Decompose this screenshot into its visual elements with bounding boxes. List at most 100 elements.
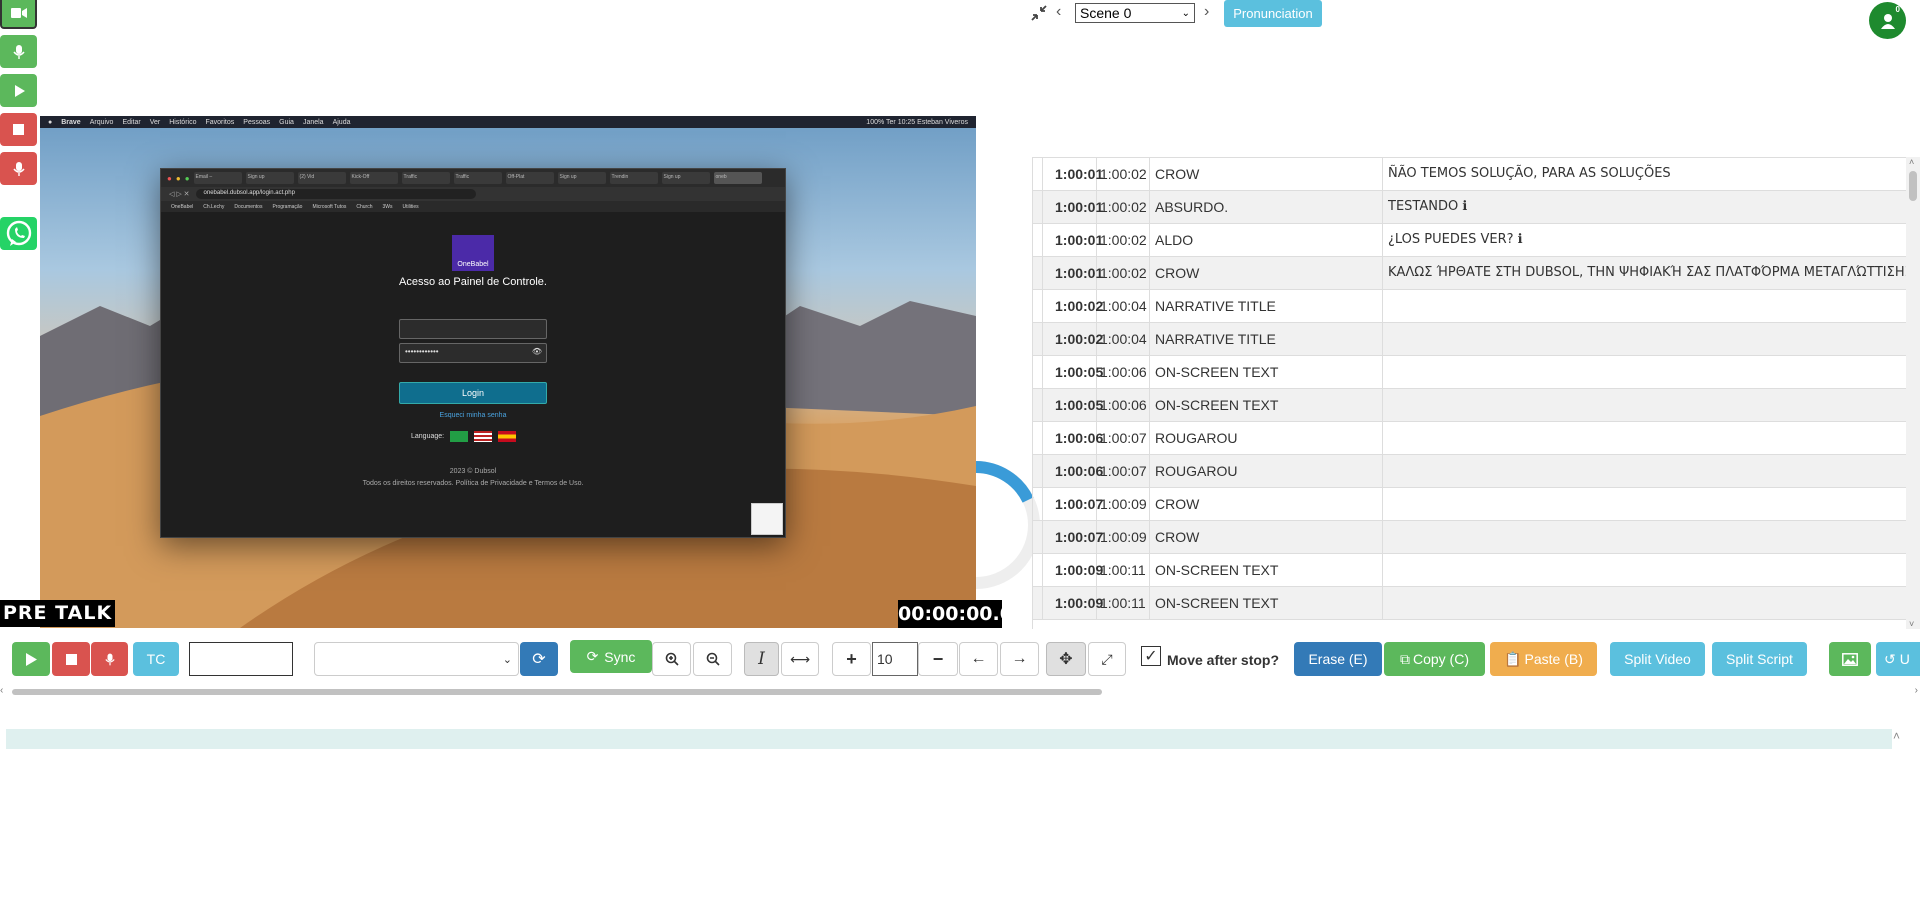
toolbar-record-button[interactable] (91, 642, 128, 676)
row-handle[interactable] (1033, 455, 1043, 487)
tc-out-cell[interactable]: 1:00:11 (1097, 587, 1150, 619)
character-cell[interactable]: NARRATIVE TITLE (1150, 290, 1383, 322)
tc-out-cell[interactable]: 1:00:07 (1097, 422, 1150, 454)
prev-scene-button[interactable]: ‹ (1056, 3, 1061, 21)
dialogue-cell[interactable] (1383, 323, 1906, 355)
collapse-icon[interactable] (1030, 4, 1048, 25)
dialogue-cell[interactable]: ΚΑΛΩΣ ΉΡΘΑΤΕ ΣΤΗ DUBSOL, ΤΗΝ ΨΗΦΙΑΚΉ ΣΑΣ… (1383, 257, 1906, 289)
row-handle[interactable] (1033, 323, 1043, 355)
move-tool-button[interactable]: ✥ (1046, 642, 1086, 676)
tc-in-cell[interactable]: 1:00:06 (1043, 422, 1103, 454)
dialogue-cell[interactable] (1383, 554, 1906, 586)
dialogue-cell[interactable] (1383, 356, 1906, 388)
row-handle[interactable] (1033, 422, 1043, 454)
tc-in-cell[interactable]: 1:00:09 (1043, 587, 1103, 619)
toolbar-play-button[interactable] (12, 642, 50, 676)
character-cell[interactable]: ALDO (1150, 224, 1383, 256)
character-cell[interactable]: ON-SCREEN TEXT (1150, 587, 1383, 619)
character-cell[interactable]: ON-SCREEN TEXT (1150, 554, 1383, 586)
tc-in-cell[interactable]: 1:00:02 (1043, 323, 1103, 355)
play-button[interactable] (0, 74, 37, 107)
row-handle[interactable] (1033, 224, 1043, 256)
timeline-bar[interactable] (6, 729, 1892, 749)
script-row[interactable]: 1:00:07 1:00:09 CROW (1033, 521, 1906, 554)
script-scrollbar[interactable]: ˄ ˅ (1906, 157, 1920, 629)
tc-in-cell[interactable]: 1:00:09 (1043, 554, 1103, 586)
scroll-right-icon[interactable]: › (1915, 685, 1918, 696)
character-cell[interactable]: ROUGAROU (1150, 422, 1383, 454)
script-row[interactable]: 1:00:06 1:00:07 ROUGAROU (1033, 455, 1906, 488)
row-handle[interactable] (1033, 587, 1043, 619)
tc-out-cell[interactable]: 1:00:02 (1097, 257, 1150, 289)
move-left-button[interactable]: ← (959, 642, 998, 676)
tc-in-cell[interactable]: 1:00:05 (1043, 389, 1103, 421)
character-cell[interactable]: ON-SCREEN TEXT (1150, 389, 1383, 421)
row-handle[interactable] (1033, 488, 1043, 520)
script-row[interactable]: 1:00:05 1:00:06 ON-SCREEN TEXT (1033, 356, 1906, 389)
zoom-out-button[interactable] (693, 642, 732, 676)
row-handle[interactable] (1033, 290, 1043, 322)
tc-out-cell[interactable]: 1:00:04 (1097, 323, 1150, 355)
script-row[interactable]: 1:00:01 1:00:02 CROW ÑÃO TEMOS SOLUÇÃO, PAR… (1033, 158, 1906, 191)
row-handle[interactable] (1033, 257, 1043, 289)
record-mic-button[interactable] (0, 35, 37, 68)
tc-out-cell[interactable]: 1:00:02 (1097, 224, 1150, 256)
erase-button[interactable]: Erase (E) (1294, 642, 1382, 676)
character-cell[interactable]: CROW (1150, 257, 1383, 289)
script-row[interactable]: 1:00:01 1:00:02 ALDO ¿LOS PUEDES VER? ℹ (1033, 224, 1906, 257)
tc-out-cell[interactable]: 1:00:06 (1097, 389, 1150, 421)
tc-out-cell[interactable]: 1:00:06 (1097, 356, 1150, 388)
copy-button[interactable]: ⧉ Copy (C) (1384, 642, 1485, 676)
mic-stop-button[interactable] (0, 152, 37, 185)
script-row[interactable]: 1:00:02 1:00:04 NARRATIVE TITLE (1033, 323, 1906, 356)
character-cell[interactable]: ABSURDO. (1150, 191, 1383, 223)
tc-in-cell[interactable]: 1:00:01 (1043, 257, 1103, 289)
dialogue-cell[interactable] (1383, 488, 1906, 520)
chevron-up-icon[interactable]: ˄ (1893, 729, 1900, 743)
tc-button[interactable]: TC (133, 642, 179, 676)
dialogue-cell[interactable]: TESTANDO ℹ (1383, 191, 1906, 223)
row-handle[interactable] (1033, 158, 1043, 190)
tc-in-cell[interactable]: 1:00:07 (1043, 521, 1103, 553)
tc-in-cell[interactable]: 1:00:06 (1043, 455, 1103, 487)
pronunciation-button[interactable]: Pronunciation (1224, 0, 1322, 27)
text-cursor-button[interactable]: I (744, 642, 779, 676)
row-handle[interactable] (1033, 389, 1043, 421)
tc-in-cell[interactable]: 1:00:01 (1043, 158, 1103, 190)
tc-out-cell[interactable]: 1:00:02 (1097, 191, 1150, 223)
dialogue-cell[interactable] (1383, 455, 1906, 487)
row-handle[interactable] (1033, 191, 1043, 223)
move-right-button[interactable]: → (1000, 642, 1039, 676)
script-row[interactable]: 1:00:01 1:00:02 ABSURDO. TESTANDO ℹ (1033, 191, 1906, 224)
user-avatar[interactable]: 0 (1869, 2, 1906, 39)
script-row[interactable]: 1:00:07 1:00:09 CROW (1033, 488, 1906, 521)
image-button[interactable] (1829, 642, 1871, 676)
dialogue-cell[interactable] (1383, 422, 1906, 454)
tc-input[interactable] (189, 642, 293, 676)
tc-in-cell[interactable]: 1:00:01 (1043, 224, 1103, 256)
split-script-button[interactable]: Split Script (1712, 642, 1807, 676)
script-row[interactable]: 1:00:02 1:00:04 NARRATIVE TITLE (1033, 290, 1906, 323)
scroll-left-icon[interactable]: ‹ (0, 685, 3, 696)
character-cell[interactable]: CROW (1150, 158, 1383, 190)
character-cell[interactable]: CROW (1150, 521, 1383, 553)
dialogue-cell[interactable] (1383, 290, 1906, 322)
row-handle[interactable] (1033, 521, 1043, 553)
tc-in-cell[interactable]: 1:00:02 (1043, 290, 1103, 322)
scene-select[interactable]: Scene 0 ⌄ (1075, 3, 1195, 23)
zoom-in-button[interactable] (652, 642, 691, 676)
paste-button[interactable]: 📋 Paste (B) (1490, 642, 1597, 676)
dialogue-cell[interactable]: ÑÃO TEMOS SOLUÇÃO, PARA AS SOLUÇÕES (1383, 158, 1906, 190)
tc-out-cell[interactable]: 1:00:04 (1097, 290, 1150, 322)
script-row[interactable]: 1:00:06 1:00:07 ROUGAROU (1033, 422, 1906, 455)
character-cell[interactable]: CROW (1150, 488, 1383, 520)
row-handle[interactable] (1033, 356, 1043, 388)
increment-button[interactable]: + (832, 642, 871, 676)
script-row[interactable]: 1:00:09 1:00:11 ON-SCREEN TEXT (1033, 587, 1906, 620)
decrement-button[interactable]: − (918, 642, 958, 676)
dialogue-cell[interactable] (1383, 587, 1906, 619)
stretch-button[interactable]: ⟷ (781, 642, 819, 676)
next-scene-button[interactable]: › (1204, 3, 1209, 21)
character-cell[interactable]: ON-SCREEN TEXT (1150, 356, 1383, 388)
toolbar-horizontal-scrollbar[interactable]: ‹ › (0, 685, 1920, 699)
